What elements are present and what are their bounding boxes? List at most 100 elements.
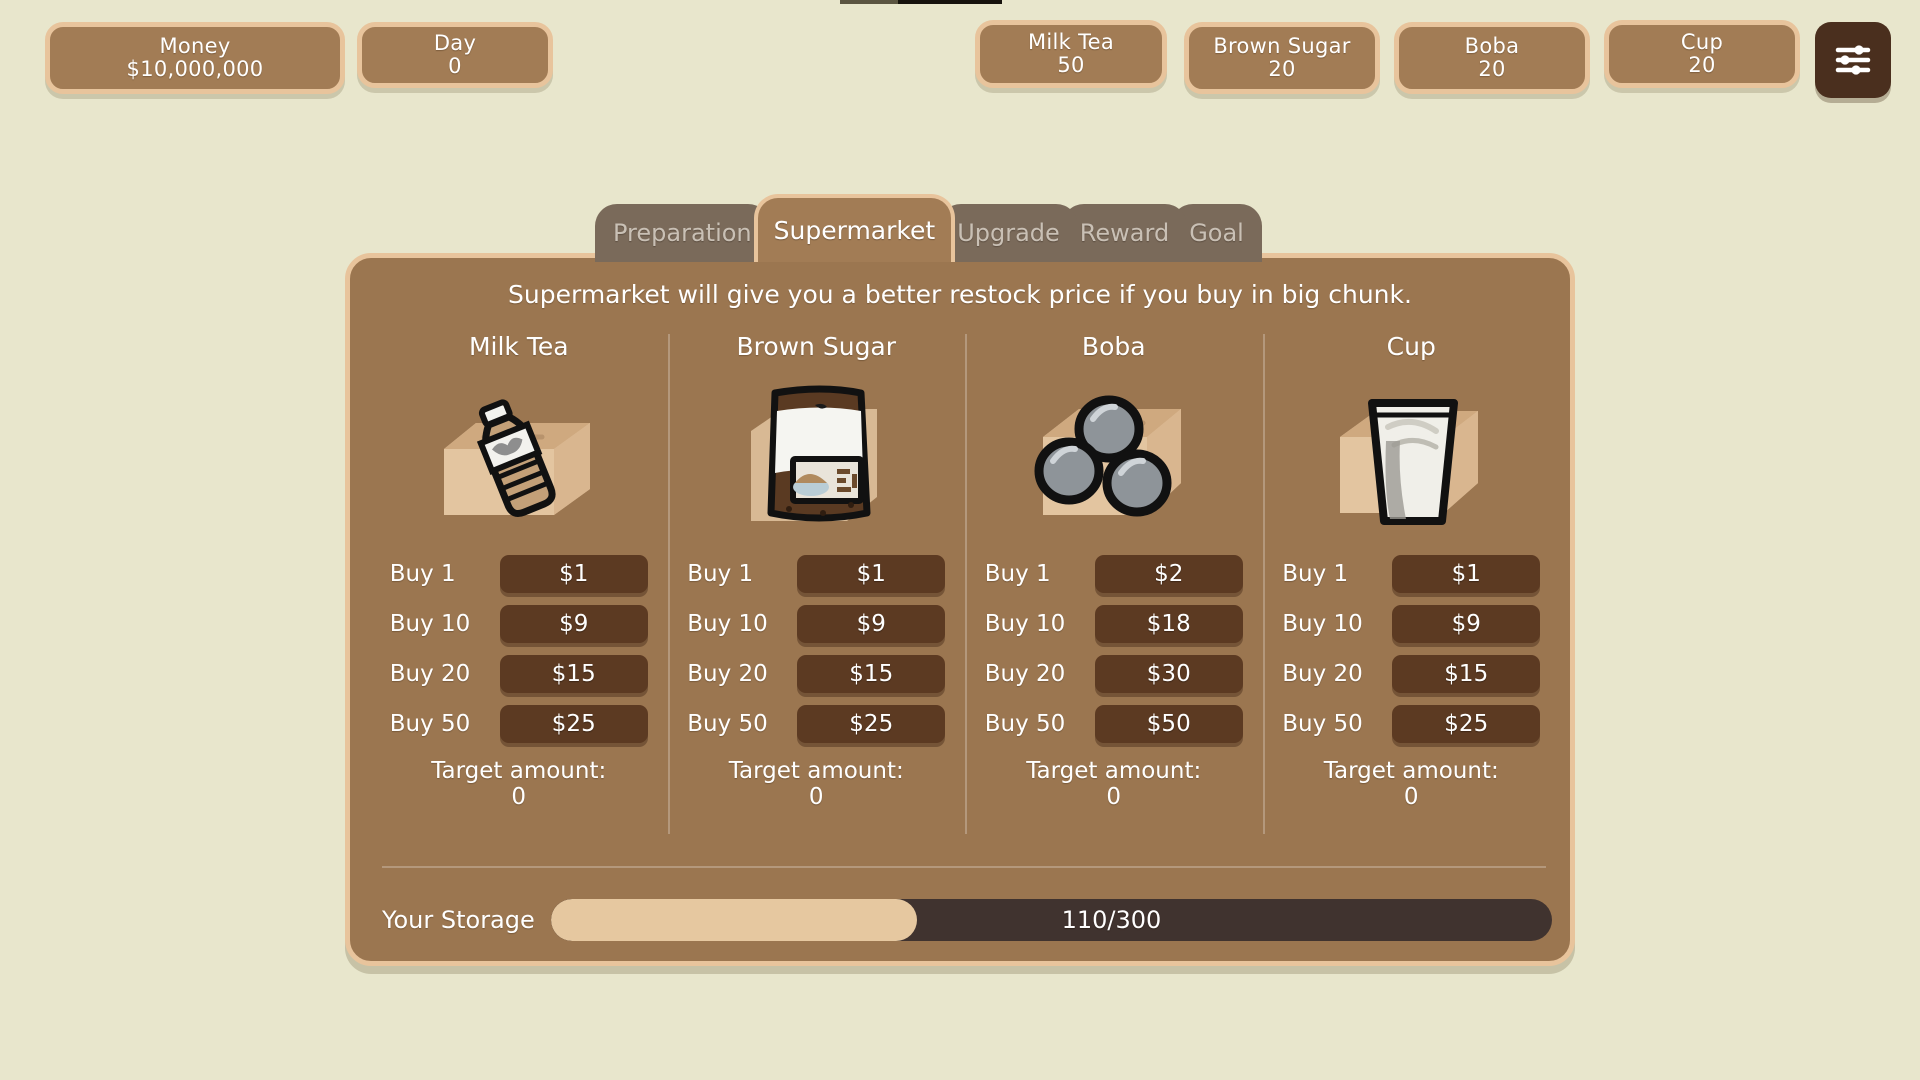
buy-button-milk-tea-20[interactable]: $15 (499, 655, 648, 693)
buy-row: Buy 1 $1 (1263, 555, 1561, 593)
target-amount-brown-sugar: Target amount: 0 (729, 758, 904, 811)
resource-brown-sugar: Brown Sugar 20 (1184, 22, 1380, 94)
buy-row: Buy 10 $18 (965, 605, 1263, 643)
buy-button-milk-tea-1[interactable]: $1 (499, 555, 648, 593)
buy-button-boba-20[interactable]: $30 (1094, 655, 1243, 693)
tab-goal-label: Goal (1189, 219, 1244, 247)
tab-reward[interactable]: Reward (1061, 204, 1188, 262)
tab-upgrade-label: Upgrade (957, 219, 1060, 247)
buy-row: Buy 20 $15 (668, 655, 966, 693)
buy-rows-cup: Buy 1 $1 Buy 10 $9 Buy 20 $15 Buy 50 $25 (1263, 555, 1561, 755)
buy-button-cup-50[interactable]: $25 (1392, 705, 1541, 743)
storage-divider (382, 866, 1546, 868)
buy-label: Buy 1 (687, 561, 754, 587)
buy-rows-milk-tea: Buy 1 $1 Buy 10 $9 Buy 20 $15 Buy 50 $25 (370, 555, 668, 755)
target-amount-value: 0 (1106, 783, 1122, 810)
buy-row: Buy 1 $1 (668, 555, 966, 593)
buy-label: Buy 20 (687, 661, 768, 687)
resource-brown-sugar-label: Brown Sugar (1213, 34, 1351, 59)
storage-label: Your Storage (382, 906, 535, 934)
target-amount-value: 0 (1403, 783, 1419, 810)
buy-label: Buy 10 (984, 611, 1066, 637)
buy-label: Buy 50 (1282, 711, 1363, 737)
buy-label: Buy 50 (687, 711, 768, 737)
product-title-milk-tea: Milk Tea (468, 332, 569, 361)
target-amount-label: Target amount: (1323, 758, 1499, 784)
bottle-on-box-icon (414, 371, 624, 541)
storage-row: Your Storage 110/300 (382, 895, 1552, 945)
target-amount-value: 0 (808, 783, 824, 810)
resource-boba: Boba 20 (1394, 22, 1590, 94)
buy-label: Buy 50 (984, 711, 1066, 737)
buy-label: Buy 20 (389, 661, 471, 687)
product-column-milk-tea: Milk Tea Buy 1 $1 Buy 10 $9 Buy 20 $15 B… (370, 330, 668, 855)
tab-bar: Preparation Supermarket Upgrade Reward G… (595, 190, 1262, 262)
buy-button-boba-10[interactable]: $18 (1094, 605, 1243, 643)
target-amount-boba: Target amount: 0 (1026, 758, 1202, 811)
target-amount-milk-tea: Target amount: 0 (431, 758, 607, 811)
product-column-cup: Cup Buy 1 $1 Buy 10 $9 Buy 20 $15 Buy 50… (1262, 330, 1561, 855)
buy-label: Buy 10 (1282, 611, 1363, 637)
buy-button-boba-1[interactable]: $2 (1094, 555, 1243, 593)
product-title-boba: Boba (1081, 332, 1146, 361)
buy-button-cup-1[interactable]: $1 (1392, 555, 1541, 593)
buy-row: Buy 1 $1 (370, 555, 668, 593)
buy-button-cup-20[interactable]: $15 (1392, 655, 1541, 693)
tab-supermarket[interactable]: Supermarket (753, 194, 956, 262)
buy-button-brown-sugar-20[interactable]: $15 (797, 655, 946, 693)
storage-progress-text: 110/300 (1061, 906, 1162, 934)
resource-boba-value: 20 (1478, 57, 1506, 81)
supermarket-panel: Supermarket will give you a better resto… (345, 253, 1575, 966)
settings-button[interactable] (1815, 22, 1891, 98)
product-column-boba: Boba Buy 1 $2 Buy 10 $18 Buy 20 $30 Buy … (965, 330, 1263, 855)
target-amount-label: Target amount: (1026, 758, 1202, 784)
product-title-cup: Cup (1386, 332, 1436, 361)
stat-money-value: $10,000,000 (126, 57, 264, 81)
product-column-brown-sugar: Brown Sugar Buy 1 $1 Buy 10 $9 Buy 20 $1… (667, 330, 966, 855)
buy-button-boba-50[interactable]: $50 (1094, 705, 1243, 743)
buy-button-cup-10[interactable]: $9 (1392, 605, 1541, 643)
target-amount-label: Target amount: (431, 758, 607, 784)
buy-label: Buy 50 (389, 711, 471, 737)
boba-pearls-on-box-icon (1009, 371, 1219, 541)
buy-button-milk-tea-10[interactable]: $9 (499, 605, 648, 643)
sliders-icon (1832, 42, 1874, 78)
resource-milk-tea: Milk Tea 50 (975, 20, 1167, 88)
resource-brown-sugar-value: 20 (1268, 57, 1296, 81)
buy-row: Buy 20 $15 (370, 655, 668, 693)
buy-label: Buy 1 (389, 561, 456, 587)
tab-upgrade[interactable]: Upgrade (939, 204, 1078, 262)
sugar-bag-icon (711, 371, 921, 541)
buy-button-brown-sugar-10[interactable]: $9 (797, 605, 946, 643)
stat-day: Day 0 (357, 22, 553, 88)
resource-milk-tea-value: 50 (1057, 53, 1085, 77)
buy-button-milk-tea-50[interactable]: $25 (499, 705, 648, 743)
buy-row: Buy 50 $25 (370, 705, 668, 743)
buy-label: Buy 10 (389, 611, 471, 637)
buy-row: Buy 10 $9 (668, 605, 966, 643)
buy-label: Buy 20 (984, 661, 1066, 687)
tab-preparation-label: Preparation (613, 219, 752, 247)
buy-row: Buy 1 $2 (965, 555, 1263, 593)
buy-button-brown-sugar-50[interactable]: $25 (797, 705, 946, 743)
buy-rows-brown-sugar: Buy 1 $1 Buy 10 $9 Buy 20 $15 Buy 50 $25 (668, 555, 966, 755)
stat-money-label: Money (159, 34, 231, 59)
sliver-segment-left (840, 0, 898, 4)
buy-row: Buy 50 $25 (1263, 705, 1561, 743)
resource-cup-value: 20 (1688, 53, 1716, 77)
resource-milk-tea-label: Milk Tea (1027, 30, 1115, 55)
buy-row: Buy 10 $9 (370, 605, 668, 643)
storage-progress-bar: 110/300 (550, 899, 1552, 941)
stat-day-label: Day (433, 31, 477, 56)
sliver-segment-right (898, 0, 1002, 4)
product-title-brown-sugar: Brown Sugar (736, 332, 897, 361)
buy-button-brown-sugar-1[interactable]: $1 (797, 555, 946, 593)
tab-supermarket-label: Supermarket (773, 215, 936, 245)
resource-cup-label: Cup (1680, 30, 1724, 55)
buy-label: Buy 1 (984, 561, 1051, 587)
cup-on-box-icon (1306, 371, 1516, 541)
panel-subtitle: Supermarket will give you a better resto… (508, 280, 1412, 309)
tab-preparation[interactable]: Preparation (595, 204, 770, 262)
stat-day-value: 0 (448, 54, 462, 78)
buy-row: Buy 20 $30 (965, 655, 1263, 693)
